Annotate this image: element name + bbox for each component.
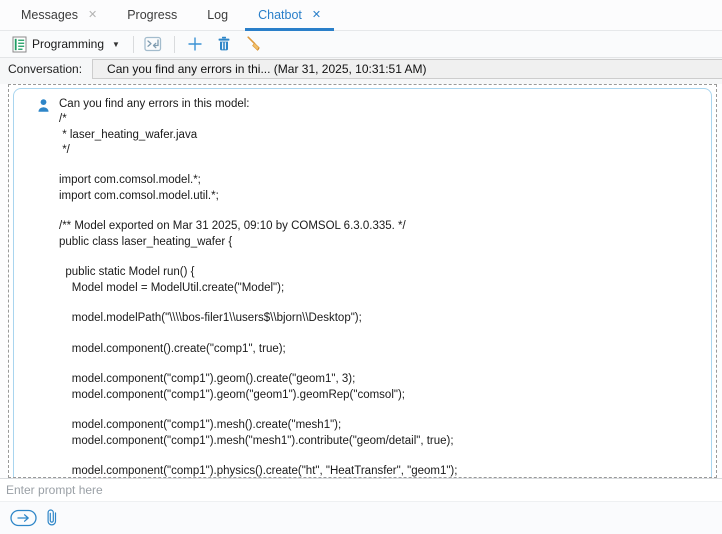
close-icon[interactable]: ✕ [312,10,321,21]
run-code-in-editor-button[interactable] [143,33,165,55]
trash-icon [216,36,232,52]
tab-messages[interactable]: Messages ✕ [6,0,112,30]
tab-progress[interactable]: Progress [112,0,192,30]
close-icon[interactable]: ✕ [88,10,97,21]
conversation-selected-value: Can you find any errors in thi... (Mar 3… [107,62,427,76]
toolbar-separator [133,36,134,53]
paperclip-icon [45,508,59,528]
code-document-icon [12,36,27,53]
plus-icon [187,36,203,52]
prompt-row [0,478,722,501]
tab-log-label: Log [207,8,228,22]
user-message-text: Can you find any errors in this model: /… [59,97,457,478]
prompt-action-bar [0,501,722,534]
tab-log[interactable]: Log [192,0,243,30]
prompt-input[interactable] [0,479,722,501]
console-return-arrow-icon [144,36,163,53]
attach-file-button[interactable] [45,508,59,528]
tab-chatbot[interactable]: Chatbot ✕ [243,0,336,30]
tab-progress-label: Progress [127,8,177,22]
programming-mode-dropdown[interactable]: Programming ▼ [8,34,124,55]
tab-chatbot-label: Chatbot [258,8,302,22]
send-prompt-button[interactable] [10,509,37,527]
user-message-bubble: Can you find any errors in this model: /… [13,88,712,478]
chatbot-panel: Messages ✕ Progress Log Chatbot ✕ [0,0,722,534]
chevron-down-icon: ▼ [112,40,120,49]
new-conversation-button[interactable] [184,33,206,55]
tab-messages-label: Messages [21,8,78,22]
conversation-select[interactable]: Can you find any errors in thi... (Mar 3… [92,59,722,79]
send-arrow-icon [10,509,37,527]
delete-conversation-button[interactable] [213,33,235,55]
chat-history-panel[interactable]: Can you find any errors in this model: /… [8,84,717,478]
broom-icon [245,36,261,52]
user-avatar-icon [36,98,51,113]
conversation-label: Conversation: [8,62,82,76]
conversation-row: Conversation: Can you find any errors in… [0,58,722,84]
toolbar-separator [174,36,175,53]
clear-conversation-button[interactable] [242,33,264,55]
programming-mode-label: Programming [32,37,104,51]
tab-bar: Messages ✕ Progress Log Chatbot ✕ [0,0,722,31]
chatbot-toolbar: Programming ▼ [0,31,722,58]
